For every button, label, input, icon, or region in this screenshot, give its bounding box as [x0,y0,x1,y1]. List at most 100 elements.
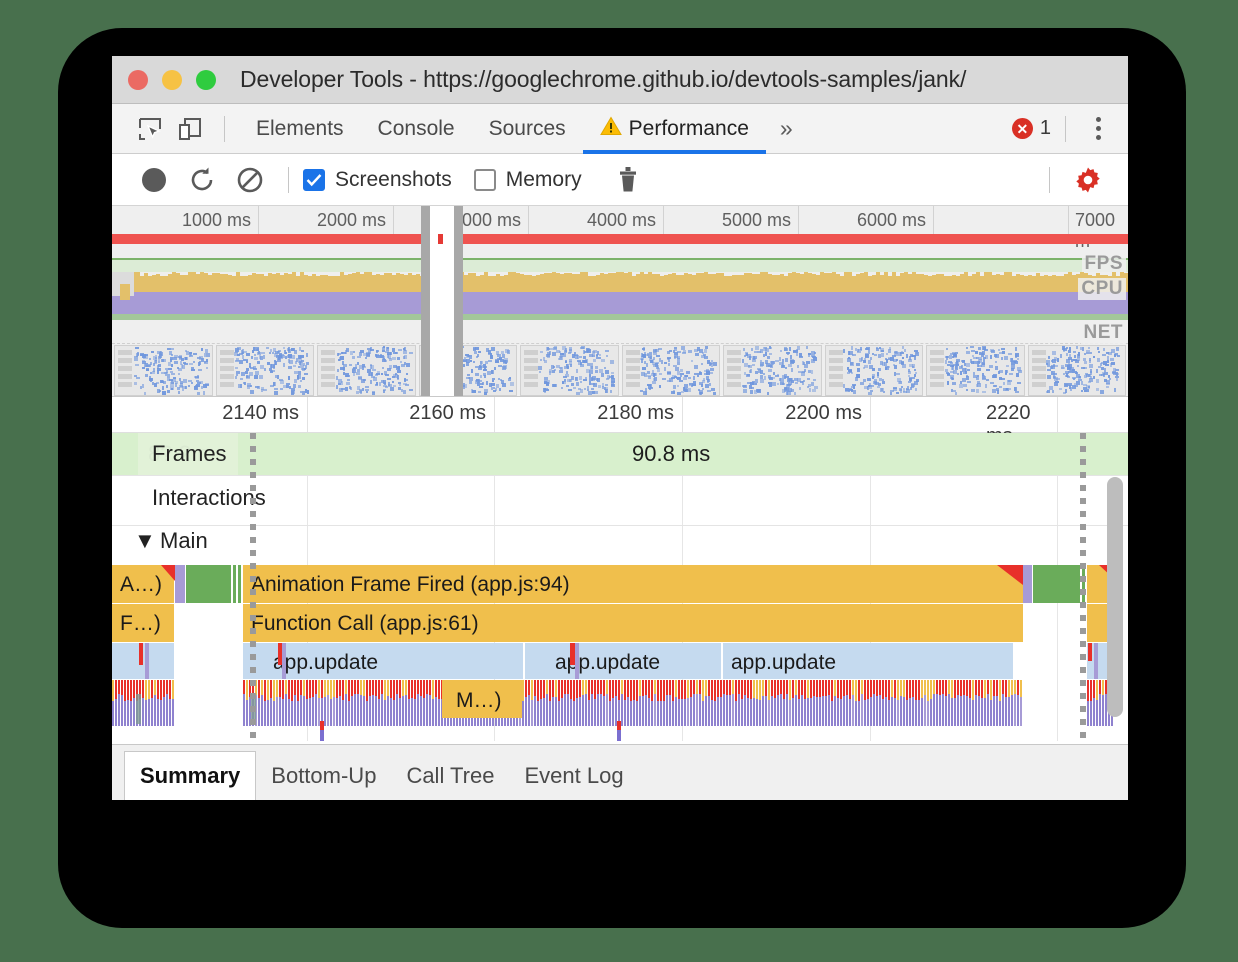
flame-bar-rendering-sliver [282,643,286,679]
fps-band [112,258,1128,272]
error-count-badge[interactable]: ✕ 1 [1012,117,1051,140]
group-label-main[interactable]: Main [156,528,212,554]
selection-start-marker[interactable] [250,433,256,741]
flame-bar-app-update-3[interactable]: app.update [723,643,1013,679]
tab-event-log[interactable]: Event Log [509,751,638,800]
flame-bar-animation-frame-fired-truncated[interactable]: A…) [112,565,174,603]
tab-sources[interactable]: Sources [472,104,583,153]
cpu-band [112,272,1128,320]
title-bar: Developer Tools - https://googlechrome.g… [112,56,1128,104]
capture-settings-gear-icon[interactable] [1064,160,1112,200]
minimize-window-button[interactable] [162,70,182,90]
flame-bar-rendering-sliver [575,643,579,679]
tab-elements[interactable]: Elements [239,104,361,153]
flame-bar-label: Function Call (app.js:61) [243,604,1023,634]
devtools-menu-button[interactable] [1080,117,1114,140]
tab-summary[interactable]: Summary [124,751,256,800]
filmstrip-thumbnail[interactable] [216,345,315,396]
tab-event-log-label: Event Log [524,763,623,789]
overview-selection-window[interactable] [421,206,463,396]
tab-bottom-up[interactable]: Bottom-Up [256,751,391,800]
reload-and-record-button[interactable] [178,160,226,200]
panel-tab-list: Elements Console Sources Performance » [239,104,807,153]
filmstrip-thumbnail[interactable] [520,345,619,396]
flame-bar-rendering-sliver [145,643,149,679]
flame-bar-painting[interactable] [186,565,231,603]
maximize-window-button[interactable] [196,70,216,90]
flame-bar-animation-frame-fired[interactable]: Animation Frame Fired (app.js:94) [243,565,1023,603]
flame-chart[interactable]: 2140 ms 2160 ms 2180 ms 2200 ms 2220 ms … [112,396,1128,741]
tab-summary-label: Summary [140,763,240,789]
filmstrip-thumbnail[interactable] [825,345,924,396]
kebab-dot [1096,117,1101,122]
flame-bar-minor-gc[interactable]: M…) [442,680,522,718]
tab-performance-label: Performance [629,117,749,141]
memory-label: Memory [506,168,582,192]
flame-bar-painting-sliver[interactable] [238,565,241,603]
flame-bar-rendering[interactable] [1023,565,1032,603]
flame-bar-label: app.update [525,643,721,673]
overview-tick: 4000 ms [587,210,663,231]
kebab-dot [1096,135,1101,140]
filmstrip-thumbnail[interactable] [317,345,416,396]
timeline-overview[interactable]: 1000 ms 2000 ms 3000 ms 4000 ms 5000 ms … [112,206,1128,396]
frame-duration-label: 90.8 ms [632,441,710,467]
flame-bar-app-update-2[interactable]: app.update [525,643,721,679]
record-button[interactable] [130,160,178,200]
overview-tick: 5000 ms [722,210,798,231]
flame-bar-label: M…) [442,680,522,711]
selection-end-marker[interactable] [1080,433,1086,741]
toolbar-divider [224,116,225,142]
kebab-dot [1096,126,1101,131]
filmstrip-thumbnail[interactable] [114,345,213,396]
cpu-idle-dip [120,284,130,300]
flame-bar-painting[interactable] [1033,565,1080,603]
flame-bar-rendering[interactable] [175,565,185,603]
collect-garbage-button[interactable] [604,160,652,200]
flame-chart-scrollbar[interactable] [1107,477,1123,717]
devtools-tab-strip: Elements Console Sources Performance » [112,104,1128,154]
tab-performance[interactable]: Performance [583,104,766,153]
flame-bar-label: app.update [723,643,1013,673]
overview-tick: 1000 ms [182,210,258,231]
filmstrip-thumbnail[interactable] [926,345,1025,396]
tab-bottom-up-label: Bottom-Up [271,763,376,789]
device-toolbar-icon[interactable] [170,116,210,142]
flame-bar-app-update-truncated[interactable] [112,643,174,679]
flame-bar-label: A…) [112,565,174,595]
flame-tick: 2160 ms [409,402,494,425]
more-tabs-button[interactable]: » [766,104,807,153]
net-band [112,320,1128,344]
close-window-button[interactable] [128,70,148,90]
tab-call-tree[interactable]: Call Tree [391,751,509,800]
flame-bar-painting-sliver[interactable] [233,565,236,603]
long-tasks-bar [112,234,1128,244]
memory-checkbox[interactable]: Memory [474,168,582,192]
flame-tick: 2180 ms [597,402,682,425]
filmstrip-thumbnail[interactable] [1028,345,1127,396]
record-icon [142,168,166,192]
inspect-element-icon[interactable] [130,116,170,142]
perf-toolbar-divider [288,167,289,193]
screenshots-checkbox[interactable]: Screenshots [303,168,452,192]
overview-tick: 7000 m [1075,210,1122,252]
clear-button[interactable] [226,160,274,200]
flame-bar-deep-sliver-red [320,721,324,730]
filmstrip-row[interactable] [112,345,1128,396]
selection-long-task-marker [438,234,443,244]
flame-bar-function-call-truncated[interactable]: F…) [112,604,174,642]
filmstrip-thumbnail[interactable] [723,345,822,396]
flame-chart-body[interactable]: 8?.? ms Frames 90.8 ms Interactions ▼ Ma… [112,433,1128,741]
tab-elements-label: Elements [256,117,344,141]
detail-view-tabs: Summary Bottom-Up Call Tree Event Log [112,744,1128,800]
settings-divider [1049,167,1050,193]
flame-bar-function-call[interactable]: Function Call (app.js:61) [243,604,1023,642]
tab-sources-label: Sources [489,117,566,141]
tab-console[interactable]: Console [361,104,472,153]
frames-track[interactable] [112,433,1128,475]
tab-strip-right-group: ✕ 1 [1012,104,1128,153]
filmstrip-thumbnail[interactable] [622,345,721,396]
flame-bar-layout-sliver [1088,643,1092,661]
tab-strip-divider [1065,116,1066,142]
flame-bar-deep-sliver-red [617,721,621,730]
